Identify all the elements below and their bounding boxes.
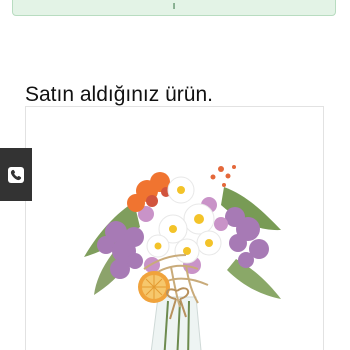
phone-icon [8, 166, 24, 183]
purchased-product-title: Satın aldığınız ürün. [25, 83, 213, 106]
call-button[interactable] [0, 148, 32, 201]
success-notice-text: ı [172, 0, 176, 12]
purchased-product-card [25, 106, 324, 350]
flower-bouquet-image [84, 165, 281, 350]
order-confirmation-page: ı Satın aldığınız ürün. [0, 0, 350, 350]
success-notice: ı [12, 0, 336, 16]
